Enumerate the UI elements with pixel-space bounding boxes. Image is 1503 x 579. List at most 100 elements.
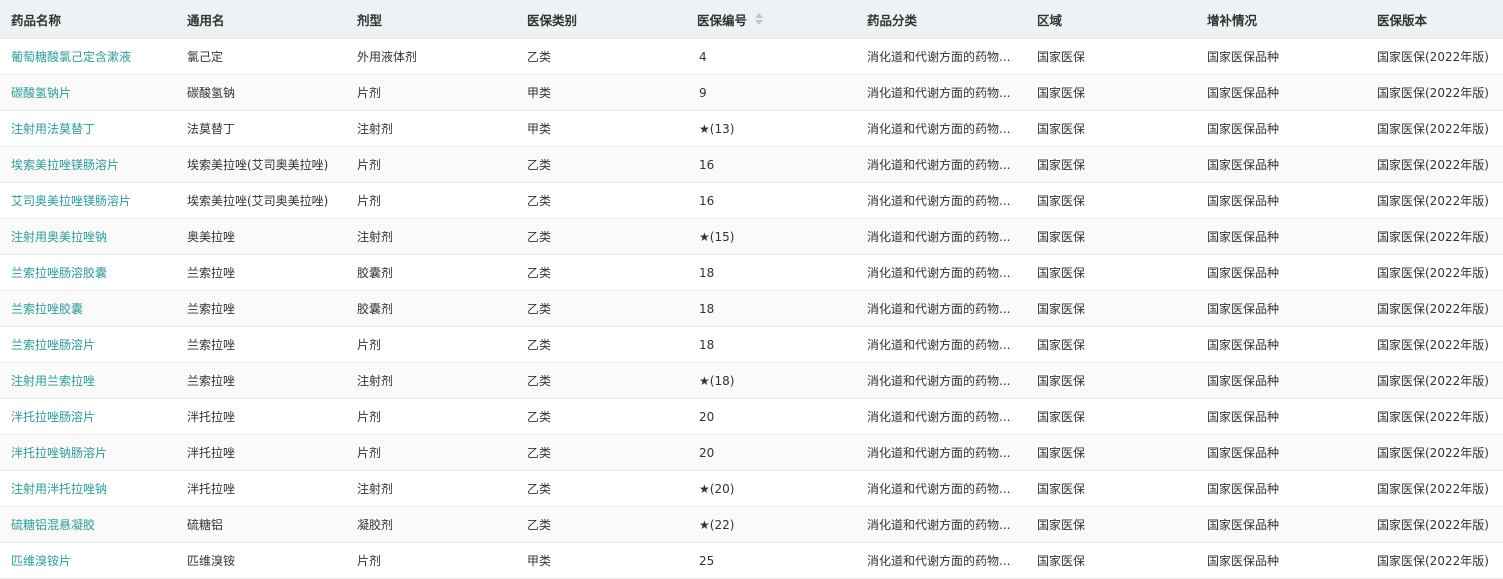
cell-generic-name: 兰索拉唑	[176, 290, 346, 327]
cell-drug-name[interactable]: 注射用法莫替丁	[0, 110, 176, 147]
cell-insurance-category: 乙类	[516, 470, 686, 507]
table-row[interactable]: 碳酸氢钠片 碳酸氢钠 片剂 甲类 9 消化道和代谢方面的药物... 国家医保 国家医保品种 国家…	[0, 74, 1503, 111]
cell-drug-name[interactable]: 埃索美拉唑镁肠溶片	[0, 146, 176, 183]
column-header-inner: 医保编号	[697, 10, 765, 29]
cell-insurance-version: 国家医保(2022年版)	[1366, 326, 1503, 363]
cell-insurance-code: 20	[686, 434, 856, 471]
cell-insurance-version: 国家医保(2022年版)	[1366, 110, 1503, 147]
cell-drug-classification: 消化道和代谢方面的药物...	[856, 146, 1026, 183]
cell-drug-name[interactable]: 兰索拉唑肠溶片	[0, 326, 176, 363]
table-row[interactable]: 匹维溴铵片 匹维溴铵 片剂 甲类 25 消化道和代谢方面的药物... 国家医保 国家医保品种国…	[0, 542, 1503, 579]
cell-insurance-code: 20	[686, 398, 856, 435]
cell-drug-name[interactable]: 注射用奥美拉唑钠	[0, 218, 176, 255]
cell-supplement-status: 国家医保品种	[1196, 506, 1366, 543]
column-header-inner: 增补情况	[1207, 10, 1257, 29]
cell-drug-name[interactable]: 硫糖铝混悬凝胶	[0, 506, 176, 543]
cell-region: 国家医保	[1026, 182, 1196, 219]
cell-generic-name: 兰索拉唑	[176, 326, 346, 363]
cell-generic-name: 埃索美拉唑(艾司奥美拉唑)	[176, 146, 346, 183]
column-header-insurance-category: 医保类别	[516, 0, 686, 39]
cell-drug-name[interactable]: 泮托拉唑钠肠溶片	[0, 434, 176, 471]
column-header-inner: 剂型	[357, 10, 382, 29]
cell-drug-name[interactable]: 兰索拉唑胶囊	[0, 290, 176, 327]
sort-icon[interactable]	[755, 12, 765, 26]
table-row[interactable]: 泮托拉唑钠肠溶片 泮托拉唑 片剂 乙类 20 消化道和代谢方面的药物... 国家医保 国家医保…	[0, 434, 1503, 471]
cell-region: 国家医保	[1026, 38, 1196, 75]
cell-drug-name[interactable]: 兰索拉唑肠溶胶囊	[0, 254, 176, 291]
cell-generic-name: 法莫替丁	[176, 110, 346, 147]
cell-generic-name: 奥美拉唑	[176, 218, 346, 255]
column-header-label: 通用名	[187, 12, 225, 28]
cell-drug-classification: 消化道和代谢方面的药物...	[856, 470, 1026, 507]
header-row: 药品名称 通用名 剂型 医保类别 医保编号 药品分类 区域 增补情况 医保版本	[0, 0, 1503, 39]
table-row[interactable]: 埃索美拉唑镁肠溶片 埃索美拉唑(艾司奥美拉唑) 片剂 乙类 16 消化道和代谢方面的药物.…	[0, 146, 1503, 183]
cell-supplement-status: 国家医保品种	[1196, 38, 1366, 75]
table-row[interactable]: 注射用奥美拉唑钠 奥美拉唑 注射剂 乙类 ★(15) 消化道和代谢方面的药物... 国家医保…	[0, 218, 1503, 255]
cell-supplement-status: 国家医保品种	[1196, 326, 1366, 363]
cell-generic-name: 泮托拉唑	[176, 470, 346, 507]
cell-supplement-status: 国家医保品种	[1196, 434, 1366, 471]
column-header-insurance-code[interactable]: 医保编号	[686, 0, 856, 39]
cell-drug-name[interactable]: 葡萄糖酸氯己定含漱液	[0, 38, 176, 75]
table-row[interactable]: 兰索拉唑肠溶胶囊 兰索拉唑 胶囊剂 乙类 18 消化道和代谢方面的药物... 国家医保 国家医…	[0, 254, 1503, 291]
cell-drug-classification: 消化道和代谢方面的药物...	[856, 38, 1026, 75]
column-header-supplement-status: 增补情况	[1196, 0, 1366, 39]
cell-insurance-version: 国家医保(2022年版)	[1366, 218, 1503, 255]
column-header-drug-classification: 药品分类	[856, 0, 1026, 39]
cell-insurance-code: 18	[686, 326, 856, 363]
cell-drug-classification: 消化道和代谢方面的药物...	[856, 290, 1026, 327]
cell-insurance-code: ★(20)	[686, 470, 856, 507]
table-body: 葡萄糖酸氯己定含漱液 氯己定 外用液体剂 乙类 4 消化道和代谢方面的药物... 国家医保国…	[0, 38, 1503, 579]
cell-dosage-form: 片剂	[346, 326, 516, 363]
column-header-drug-name: 药品名称	[0, 0, 176, 39]
cell-drug-classification: 消化道和代谢方面的药物...	[856, 542, 1026, 579]
table-row[interactable]: 葡萄糖酸氯己定含漱液 氯己定 外用液体剂 乙类 4 消化道和代谢方面的药物... 国家医保国…	[0, 38, 1503, 75]
cell-drug-classification: 消化道和代谢方面的药物...	[856, 434, 1026, 471]
cell-supplement-status: 国家医保品种	[1196, 398, 1366, 435]
cell-drug-name[interactable]: 匹维溴铵片	[0, 542, 176, 579]
cell-insurance-category: 乙类	[516, 506, 686, 543]
cell-insurance-category: 乙类	[516, 362, 686, 399]
cell-insurance-category: 乙类	[516, 218, 686, 255]
cell-insurance-code: 9	[686, 74, 856, 111]
cell-supplement-status: 国家医保品种	[1196, 74, 1366, 111]
column-header-label: 药品分类	[867, 12, 918, 28]
column-header-label: 医保版本	[1377, 12, 1428, 28]
table-row[interactable]: 注射用兰索拉唑 兰索拉唑 注射剂 乙类 ★(18) 消化道和代谢方面的药物... 国家医保国…	[0, 362, 1503, 399]
table-row[interactable]: 泮托拉唑肠溶片 泮托拉唑 片剂 乙类 20 消化道和代谢方面的药物... 国家医保 国家医保品…	[0, 398, 1503, 435]
column-header-label: 区域	[1037, 12, 1063, 28]
cell-drug-name[interactable]: 注射用兰索拉唑	[0, 362, 176, 399]
cell-generic-name: 埃索美拉唑(艾司奥美拉唑)	[176, 182, 346, 219]
cell-drug-name[interactable]: 碳酸氢钠片	[0, 74, 176, 111]
cell-drug-name[interactable]: 泮托拉唑肠溶片	[0, 398, 176, 435]
cell-generic-name: 泮托拉唑	[176, 434, 346, 471]
cell-insurance-code: 18	[686, 290, 856, 327]
cell-dosage-form: 注射剂	[346, 362, 516, 399]
cell-supplement-status: 国家医保品种	[1196, 182, 1366, 219]
cell-generic-name: 兰索拉唑	[176, 362, 346, 399]
cell-insurance-code: ★(15)	[686, 218, 856, 255]
table-row[interactable]: 兰索拉唑胶囊 兰索拉唑 胶囊剂 乙类 18 消化道和代谢方面的药物... 国家医保 国家医保品…	[0, 290, 1503, 327]
cell-dosage-form: 片剂	[346, 434, 516, 471]
column-header-label: 医保类别	[527, 12, 578, 28]
table-row[interactable]: 兰索拉唑肠溶片 兰索拉唑 片剂 乙类 18 消化道和代谢方面的药物... 国家医保 国家医保品…	[0, 326, 1503, 363]
cell-drug-classification: 消化道和代谢方面的药物...	[856, 398, 1026, 435]
table-row[interactable]: 注射用泮托拉唑钠 泮托拉唑 注射剂 乙类 ★(20) 消化道和代谢方面的药物... 国家医保…	[0, 470, 1503, 507]
cell-generic-name: 兰索拉唑	[176, 254, 346, 291]
cell-generic-name: 匹维溴铵	[176, 542, 346, 579]
cell-supplement-status: 国家医保品种	[1196, 290, 1366, 327]
column-header-label: 医保编号	[697, 12, 748, 28]
cell-dosage-form: 注射剂	[346, 470, 516, 507]
sort-descending-icon[interactable]	[755, 20, 764, 25]
cell-insurance-category: 乙类	[516, 398, 686, 435]
column-header-inner: 通用名	[187, 10, 225, 29]
cell-drug-name[interactable]: 艾司奥美拉唑镁肠溶片	[0, 182, 176, 219]
table-row[interactable]: 硫糖铝混悬凝胶 硫糖铝 凝胶剂 乙类 ★(22) 消化道和代谢方面的药物... 国家医保 国家…	[0, 506, 1503, 543]
cell-insurance-category: 乙类	[516, 146, 686, 183]
table-row[interactable]: 注射用法莫替丁 法莫替丁 注射剂 甲类 ★(13) 消化道和代谢方面的药物... 国家医保国…	[0, 110, 1503, 147]
cell-insurance-code: 16	[686, 146, 856, 183]
table-row[interactable]: 艾司奥美拉唑镁肠溶片 埃索美拉唑(艾司奥美拉唑) 片剂 乙类 16 消化道和代谢方面的药物…	[0, 182, 1503, 219]
sort-ascending-icon[interactable]	[755, 13, 764, 18]
cell-supplement-status: 国家医保品种	[1196, 542, 1366, 579]
cell-drug-name[interactable]: 注射用泮托拉唑钠	[0, 470, 176, 507]
